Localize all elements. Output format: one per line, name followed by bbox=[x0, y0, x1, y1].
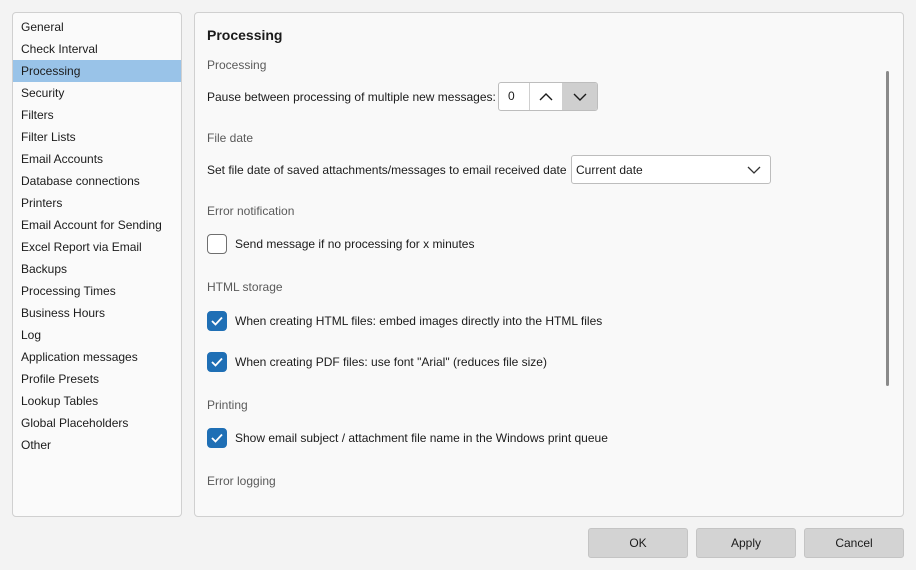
section-heading-file-date: File date bbox=[207, 131, 254, 145]
embed-images-label: When creating HTML files: embed images d… bbox=[235, 314, 603, 328]
sidebar-item-check-interval[interactable]: Check Interval bbox=[13, 38, 181, 60]
vertical-scrollbar[interactable] bbox=[886, 71, 889, 386]
pdf-font-row[interactable]: When creating PDF files: use font "Arial… bbox=[207, 352, 547, 372]
settings-sidebar: General Check Interval Processing Securi… bbox=[12, 12, 182, 517]
error-notification-label: Send message if no processing for x minu… bbox=[235, 237, 475, 251]
embed-images-checkbox[interactable] bbox=[207, 311, 227, 331]
pause-label-text: Pause between processing of multiple new… bbox=[207, 90, 496, 104]
error-notification-checkbox[interactable] bbox=[207, 234, 227, 254]
sidebar-item-email-account-for-sending[interactable]: Email Account for Sending bbox=[13, 214, 181, 236]
sidebar-item-processing-times[interactable]: Processing Times bbox=[13, 280, 181, 302]
print-queue-row[interactable]: Show email subject / attachment file nam… bbox=[207, 428, 608, 448]
increment-button[interactable] bbox=[530, 83, 564, 110]
print-queue-checkbox[interactable] bbox=[207, 428, 227, 448]
sidebar-item-business-hours[interactable]: Business Hours bbox=[13, 302, 181, 324]
sidebar-item-printers[interactable]: Printers bbox=[13, 192, 181, 214]
file-date-dropdown[interactable]: Current date bbox=[571, 155, 771, 184]
section-heading-printing: Printing bbox=[207, 398, 248, 412]
file-date-label: Set file date of saved attachments/messa… bbox=[207, 163, 567, 177]
section-heading-error-logging: Error logging bbox=[207, 474, 276, 488]
print-queue-label: Show email subject / attachment file nam… bbox=[235, 431, 608, 445]
checkmark-icon bbox=[211, 357, 223, 367]
pause-stepper[interactable]: 0 bbox=[498, 82, 598, 111]
sidebar-item-processing[interactable]: Processing bbox=[13, 60, 181, 82]
sidebar-item-excel-report[interactable]: Excel Report via Email bbox=[13, 236, 181, 258]
sidebar-item-filter-lists[interactable]: Filter Lists bbox=[13, 126, 181, 148]
section-heading-html-storage: HTML storage bbox=[207, 280, 283, 294]
decrement-button[interactable] bbox=[563, 83, 597, 110]
sidebar-item-filters[interactable]: Filters bbox=[13, 104, 181, 126]
chevron-down-icon bbox=[573, 93, 587, 101]
sidebar-item-log[interactable]: Log bbox=[13, 324, 181, 346]
sidebar-item-security[interactable]: Security bbox=[13, 82, 181, 104]
embed-images-row[interactable]: When creating HTML files: embed images d… bbox=[207, 311, 602, 331]
file-date-label-text: Set file date of saved attachments/messa… bbox=[207, 163, 567, 177]
sidebar-item-lookup-tables[interactable]: Lookup Tables bbox=[13, 390, 181, 412]
sidebar-item-email-accounts[interactable]: Email Accounts bbox=[13, 148, 181, 170]
cancel-button[interactable]: Cancel bbox=[804, 528, 904, 558]
checkmark-icon bbox=[211, 316, 223, 326]
chevron-up-icon bbox=[539, 92, 553, 100]
page-title: Processing bbox=[207, 27, 283, 43]
file-date-selected: Current date bbox=[576, 162, 643, 177]
pause-label: Pause between processing of multiple new… bbox=[207, 90, 496, 104]
sidebar-item-general[interactable]: General bbox=[13, 16, 181, 38]
sidebar-item-global-placeholders[interactable]: Global Placeholders bbox=[13, 412, 181, 434]
section-heading-processing: Processing bbox=[207, 58, 267, 72]
settings-panel: Processing Processing Pause between proc… bbox=[194, 12, 904, 517]
sidebar-item-backups[interactable]: Backups bbox=[13, 258, 181, 280]
ok-button[interactable]: OK bbox=[588, 528, 688, 558]
error-notification-row[interactable]: Send message if no processing for x minu… bbox=[207, 234, 474, 254]
section-heading-error-notification: Error notification bbox=[207, 204, 295, 218]
apply-button[interactable]: Apply bbox=[696, 528, 796, 558]
sidebar-item-application-messages[interactable]: Application messages bbox=[13, 346, 181, 368]
sidebar-item-database-connections[interactable]: Database connections bbox=[13, 170, 181, 192]
chevron-down-icon bbox=[747, 166, 761, 174]
pdf-font-checkbox[interactable] bbox=[207, 352, 227, 372]
checkmark-icon bbox=[211, 433, 223, 443]
sidebar-item-profile-presets[interactable]: Profile Presets bbox=[13, 368, 181, 390]
sidebar-item-other[interactable]: Other bbox=[13, 434, 181, 456]
pause-value[interactable]: 0 bbox=[499, 83, 530, 110]
pdf-font-label: When creating PDF files: use font "Arial… bbox=[235, 355, 547, 369]
